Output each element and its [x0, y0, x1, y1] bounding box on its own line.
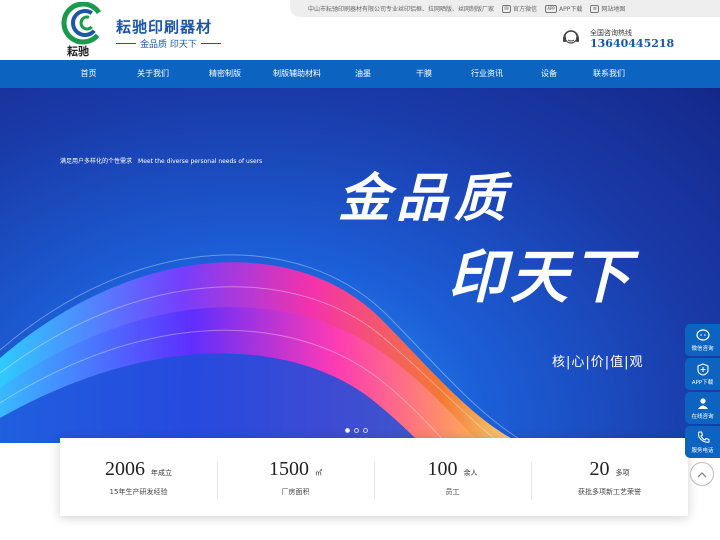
nav-item-news[interactable]: 行业资讯 [455, 60, 519, 88]
banner-pagination [345, 428, 368, 433]
stat-staff: 100 余人 员工 [374, 458, 531, 500]
stat-honors: 20 多项 获批多项新工艺荣誉 [531, 458, 688, 500]
chevron-up-icon [697, 471, 707, 477]
banner-calligraphy-line1: 金品质 [338, 168, 513, 229]
side-online-chat-button[interactable]: 在线咨询 [685, 392, 720, 424]
nav-item-plate-materials[interactable]: 制版辅助材料 [261, 60, 333, 88]
hotline-number[interactable]: 13640445218 [590, 37, 674, 50]
phone-icon [697, 430, 710, 443]
nav-item-contact[interactable]: 联系我们 [579, 60, 639, 88]
brand-name: 耘驰印刷器材 [116, 18, 213, 36]
header: 耘驰 耘驰印刷器材 金品质 印天下 全国咨询热线 13640445218 [0, 0, 720, 60]
banner-tagline: 满足用户多样化的个性需求 Meet the diverse personal ne… [60, 158, 263, 165]
hero-banner[interactable]: 满足用户多样化的个性需求 Meet the diverse personal ne… [0, 88, 720, 443]
side-app-download-button[interactable]: APP下载 [685, 358, 720, 390]
banner-calligraphy-line2: 印天下 [448, 243, 635, 311]
nav-item-dry-film[interactable]: 干膜 [393, 60, 455, 88]
side-wechat-button[interactable]: 微信咨询 [685, 324, 720, 356]
back-to-top-button[interactable] [690, 462, 714, 486]
main-nav: 首页 关于我们 精密制版 制版辅助材料 油墨 干膜 行业资讯 设备 联系我们 [0, 60, 720, 88]
nav-item-equipment[interactable]: 设备 [519, 60, 579, 88]
company-stats: 2006 年成立 15年生产研发经验 1500 ㎡ 厂房面积 100 余人 员工 20… [60, 438, 688, 516]
stat-founded: 2006 年成立 15年生产研发经验 [105, 457, 172, 496]
brand-slogan: 金品质 印天下 [116, 37, 221, 50]
nav-item-precision-plate[interactable]: 精密制版 [189, 60, 261, 88]
nav-item-about[interactable]: 关于我们 [117, 60, 189, 88]
user-chat-icon [697, 397, 708, 409]
side-float-bar: 微信咨询 APP下载 在线咨询 服务电话 [685, 324, 720, 458]
stat-area: 1500 ㎡ 厂房面积 [217, 458, 374, 500]
headset-icon [563, 30, 579, 44]
side-phone-button[interactable]: 服务电话 [685, 426, 720, 458]
banner-dot-3[interactable] [363, 428, 368, 433]
logo-text: 耘驰 [67, 45, 89, 58]
nav-item-ink[interactable]: 油墨 [333, 60, 393, 88]
wechat-icon [695, 328, 710, 341]
nav-item-home[interactable]: 首页 [60, 60, 117, 88]
banner-dot-2[interactable] [354, 428, 359, 433]
app-download-icon [696, 362, 709, 376]
core-values-text: 核|心|价|值|观 [552, 355, 644, 370]
banner-dot-1[interactable] [345, 428, 350, 433]
